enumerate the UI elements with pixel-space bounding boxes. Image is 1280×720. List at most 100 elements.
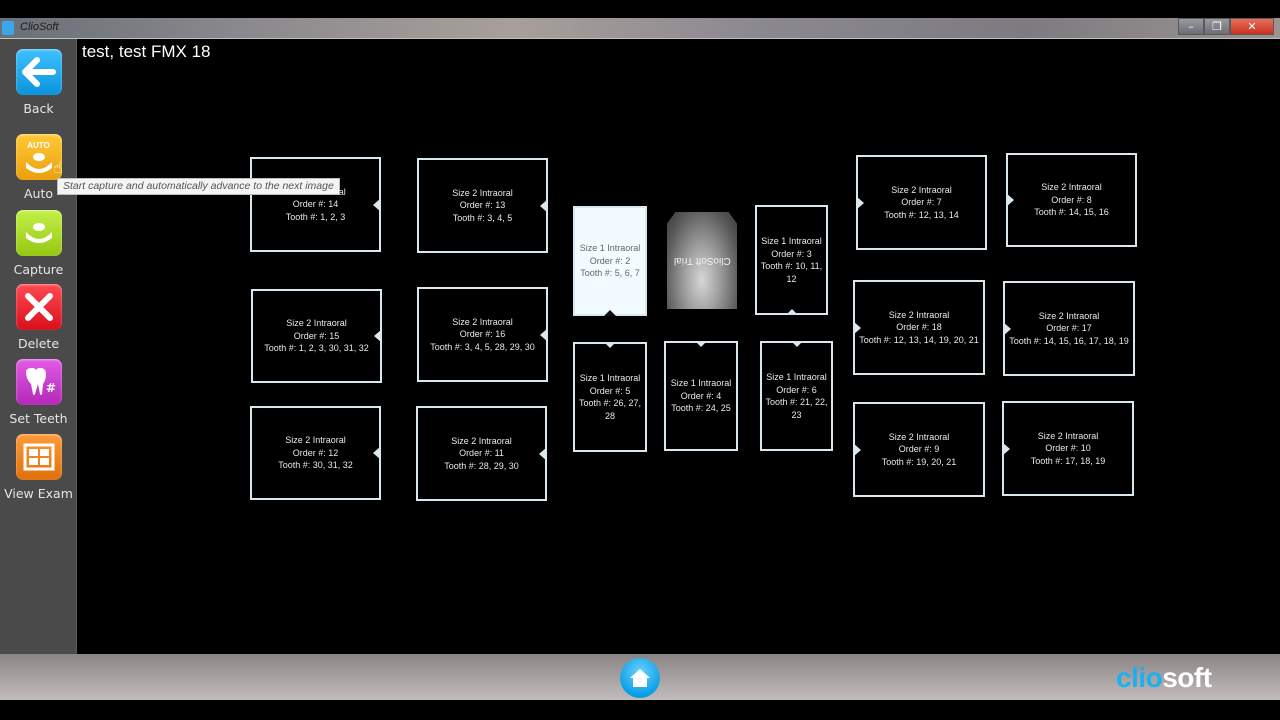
slot-size: Size 2 Intraoral (1037, 430, 1099, 441)
slot-arrow-icon (539, 446, 547, 461)
logo-soft: soft (1162, 662, 1212, 693)
slot-order-13[interactable]: Size 2 Intraoral Order #: 13 Tooth #: 3, 4… (417, 158, 548, 253)
capture-button[interactable]: Capture (0, 210, 77, 277)
slot-arrow-icon (373, 197, 381, 212)
grid-exam-icon (15, 434, 62, 480)
slot-size: Size 2 Intraoral (891, 184, 952, 195)
home-icon (630, 669, 650, 687)
close-button[interactable]: ✕ (1230, 18, 1274, 35)
slot-order-10[interactable]: Size 2 Intraoral Order #: 10 Tooth #: 17, … (1002, 401, 1134, 496)
delete-label: Delete (17, 336, 60, 351)
slot-order-11[interactable]: Size 2 Intraoral Order #: 11 Tooth #: 28, … (416, 406, 547, 501)
window-controls: – ❐ ✕ (1178, 18, 1274, 35)
slot-teeth: Tooth #: 3, 4, 5 (452, 212, 513, 223)
slot-size: Size 2 Intraoral (285, 435, 346, 446)
sidebar: Back AUTO Auto Capture Delete # Set Teet… (0, 39, 77, 654)
slot-arrow-icon (695, 341, 707, 347)
slot-order-16[interactable]: Size 2 Intraoral Order #: 16 Tooth #: 3, 4… (417, 287, 548, 382)
slot-size: Size 2 Intraoral (452, 187, 513, 198)
slot-order: Order #: 11 (459, 448, 504, 459)
slot-arrow-icon (785, 309, 798, 315)
logo-clio: clio (1116, 662, 1163, 693)
delete-button[interactable]: Delete (0, 284, 77, 351)
tooth-hash-icon: # (15, 359, 62, 405)
slot-teeth: Tooth #: 14, 15, 16, 17, 18, 19 (1009, 335, 1129, 346)
auto-badge-text: AUTO (27, 140, 50, 150)
slot-order-5[interactable]: Size 1 Intraoral Order #: 5 Tooth #: 26, 2… (573, 342, 647, 452)
slot-teeth: Tooth #: 1, 2, 3, 30, 31, 32 (264, 343, 369, 354)
slot-order-3[interactable]: Size 1 Intraoral Order #: 3 Tooth #: 10, 1… (755, 205, 828, 315)
slot-arrow-icon (540, 327, 548, 342)
slot-teeth: Tooth #: 12, 13, 14 (884, 209, 959, 220)
page-title: test, test FMX 18 (82, 42, 211, 61)
slot-order-12[interactable]: Size 2 Intraoral Order #: 12 Tooth #: 30, … (250, 406, 381, 500)
view-exam-button[interactable]: View Exam (0, 434, 77, 501)
slot-arrow-icon (853, 320, 861, 335)
delete-x-icon (15, 284, 62, 330)
slot-size: Size 1 Intraoral (579, 243, 641, 254)
title-bar: ClioSoft – ❐ ✕ (0, 18, 1280, 39)
set-teeth-button[interactable]: # Set Teeth (0, 359, 77, 426)
slot-order: Order #: 9 (898, 444, 940, 455)
slot-order: Order #: 4 (680, 390, 722, 401)
capture-label: Capture (13, 262, 64, 277)
hand-cursor-icon: ☝ (53, 158, 63, 177)
slot-order-9[interactable]: Size 2 Intraoral Order #: 9 Tooth #: 19, 2… (853, 402, 985, 497)
slot-arrow-icon (1006, 193, 1014, 207)
slot-teeth: Tooth #: 19, 20, 21 (881, 456, 957, 467)
slot-order-15[interactable]: Size 2 Intraoral Order #: 15 Tooth #: 1, 2… (251, 289, 382, 383)
slot-arrow-icon (373, 446, 381, 460)
slot-teeth: Tooth #: 5, 6, 7 (580, 268, 640, 279)
slot-order: Order #: 13 (459, 200, 506, 211)
slot-arrow-icon (604, 342, 616, 348)
slot-size: Size 2 Intraoral (1038, 310, 1100, 321)
top-black-strip (0, 0, 1280, 18)
set-teeth-label: Set Teeth (9, 411, 68, 426)
auto-tooltip: Start capture and automatically advance … (57, 178, 340, 195)
slot-teeth: Tooth #: 26, 27, 28 (578, 398, 642, 421)
slot-order-8[interactable]: Size 2 Intraoral Order #: 8 Tooth #: 14, 1… (1006, 153, 1137, 247)
slot-teeth: Tooth #: 14, 15, 16 (1034, 207, 1109, 218)
bottom-black-strip (0, 700, 1280, 720)
slot-size: Size 2 Intraoral (1041, 182, 1102, 193)
xray-watermark: ClioSoft Trial (673, 255, 731, 266)
home-button[interactable] (620, 658, 660, 698)
slot-order-2-active[interactable]: Size 1 Intraoral Order #: 2 Tooth #: 5, 6,… (573, 206, 647, 316)
slot-teeth: Tooth #: 12, 13, 14, 19, 20, 21 (859, 334, 979, 345)
slot-order: Order #: 3 (771, 248, 812, 259)
slot-order: Order #: 5 (589, 385, 631, 396)
slot-arrow-icon (790, 341, 803, 347)
slot-order: Order #: 6 (776, 384, 817, 395)
view-exam-label: View Exam (4, 486, 73, 501)
slot-teeth: Tooth #: 17, 18, 19 (1030, 455, 1106, 466)
slot-order-6[interactable]: Size 1 Intraoral Order #: 6 Tooth #: 21, 2… (760, 341, 833, 451)
slot-size: Size 1 Intraoral (761, 236, 822, 246)
slot-arrow-icon (1002, 441, 1010, 456)
slot-size: Size 2 Intraoral (888, 309, 950, 320)
slot-arrow-icon (853, 442, 861, 457)
slot-size: Size 2 Intraoral (888, 431, 950, 442)
minimize-button[interactable]: – (1178, 18, 1204, 35)
back-arrow-icon (15, 49, 62, 95)
slot-order: Order #: 16 (459, 329, 506, 340)
slot-arrow-icon (1003, 321, 1011, 336)
slot-order-18[interactable]: Size 2 Intraoral Order #: 18 Tooth #: 12, … (853, 280, 985, 375)
svg-text:#: # (46, 381, 56, 395)
maximize-button[interactable]: ❐ (1204, 18, 1230, 35)
xray-thumbnail[interactable]: ClioSoft Trial (667, 212, 737, 309)
slot-size: Size 2 Intraoral (286, 318, 347, 329)
slot-arrow-icon (374, 329, 382, 343)
slot-order-7[interactable]: Size 2 Intraoral Order #: 7 Tooth #: 12, 1… (856, 155, 987, 250)
back-button[interactable]: Back (0, 49, 77, 116)
window-title: ClioSoft (20, 21, 59, 33)
slot-teeth: Tooth #: 10, 11, 12 (760, 261, 823, 284)
slot-teeth: Tooth #: 21, 22, 23 (765, 397, 828, 420)
slot-size: Size 2 Intraoral (451, 435, 512, 446)
slot-order: Order #: 17 (1046, 323, 1092, 334)
slot-order-4[interactable]: Size 1 Intraoral Order #: 4 Tooth #: 24, 2… (664, 341, 738, 451)
slot-order-17[interactable]: Size 2 Intraoral Order #: 17 Tooth #: 14, … (1003, 281, 1135, 376)
capture-icon (15, 210, 62, 256)
slot-order-14[interactable]: Size 2 IntraoralOrder #: 14Tooth #: 1, 2… (250, 157, 381, 252)
cliosoft-logo: cliosoft (1116, 662, 1212, 694)
slot-teeth: Tooth #: 1, 2, 3 (285, 211, 346, 222)
